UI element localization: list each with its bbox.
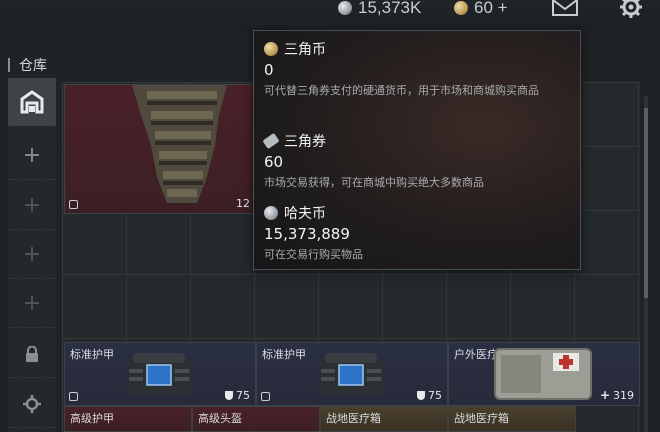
top-bar: 15,373K 60 + <box>0 0 660 32</box>
currency-description: 可代替三角券支付的硬通货币，用于市场和商城购买商品 <box>264 84 539 97</box>
sidebar-item-settings[interactable] <box>8 380 56 428</box>
warehouse-title-text: 仓库 <box>19 58 47 74</box>
warehouse-title: 仓库 <box>8 56 47 74</box>
currency-tooltip: 三角币 0 可代替三角券支付的硬通货币，用于市场和商城购买商品 三角券 60 市… <box>253 30 581 270</box>
inventory-item[interactable]: 高级护甲 <box>64 406 192 432</box>
tooltip-section-sanjiao-coin: 三角币 0 可代替三角券支付的硬通货币，用于市场和商城购买商品 <box>264 39 574 99</box>
armor-item-image <box>319 353 383 395</box>
inventory-item[interactable]: 战地医疗箱 <box>448 406 576 432</box>
silver-coin-icon <box>264 206 278 220</box>
warehouse-icon <box>20 89 44 113</box>
plus-icon: + <box>22 143 42 168</box>
armor-item-image <box>127 353 191 395</box>
sidebar-item-add[interactable]: + <box>8 132 56 180</box>
sanjiao-currency[interactable]: 60 + <box>454 0 508 17</box>
currency-value: 15,373,889 <box>264 225 350 243</box>
currency-value: 60 <box>264 153 284 171</box>
plus-icon: + <box>22 242 42 267</box>
currency-name: 哈夫币 <box>284 206 326 222</box>
inventory-item[interactable]: 标准护甲 75 <box>256 342 448 406</box>
currency-description: 市场交易获得，可在商城中购买绝大多数商品 <box>264 176 484 189</box>
currency-description: 可在交易行购买物品 <box>264 248 363 261</box>
warehouse-sidebar: + + + + <box>8 78 56 432</box>
currency-name: 三角券 <box>284 134 326 150</box>
title-accent-bar <box>8 58 10 72</box>
lock-icon <box>26 345 38 362</box>
inventory-item[interactable]: 高级头盔 <box>192 406 320 432</box>
inventory-item[interactable]: 标准护甲 75 <box>64 342 256 406</box>
gold-coin-icon <box>454 1 468 15</box>
item-name: 标准护甲 <box>70 348 114 361</box>
sidebar-item-locked[interactable] <box>8 330 56 378</box>
sidebar-item-add[interactable]: + <box>8 231 56 279</box>
inventory-item[interactable]: 战地医疗箱 <box>320 406 448 432</box>
plus-icon: + <box>22 291 42 316</box>
item-tag-icon <box>69 392 78 401</box>
item-durability: 75 <box>225 389 250 402</box>
item-name: 战地医疗箱 <box>326 412 381 425</box>
settings-icon[interactable] <box>618 0 644 18</box>
item-durability: 75 <box>417 389 442 402</box>
currency-value: 0 <box>264 61 274 79</box>
item-name: 战地医疗箱 <box>454 412 509 425</box>
shield-icon <box>225 391 233 400</box>
hafu-amount: 15,373K <box>358 0 422 17</box>
item-tag-icon <box>261 392 270 401</box>
heal-plus-icon: + <box>599 388 610 402</box>
scrollbar-thumb[interactable] <box>644 108 648 298</box>
gear-item-image <box>132 85 227 203</box>
mail-icon[interactable] <box>552 0 578 16</box>
silver-coin-icon <box>338 1 352 15</box>
ticket-icon <box>262 132 280 150</box>
shield-icon <box>417 391 425 400</box>
currency-name: 三角币 <box>284 42 326 58</box>
sidebar-item-add[interactable]: + <box>8 280 56 328</box>
hafu-currency[interactable]: 15,373K <box>338 0 422 17</box>
inventory-item[interactable]: 户外医疗箱 + 319 <box>448 342 640 406</box>
medkit-item-image <box>494 348 592 400</box>
item-name: 高级护甲 <box>70 412 114 425</box>
item-name: 标准护甲 <box>262 348 306 361</box>
sidebar-item-add[interactable]: + <box>8 182 56 230</box>
gear-icon <box>23 394 41 413</box>
item-count: 12 <box>236 197 250 210</box>
gold-coin-icon <box>264 42 278 56</box>
inventory-item[interactable]: 12 <box>64 84 256 214</box>
tooltip-section-hafu-coin: 哈夫币 15,373,889 可在交易行购买物品 <box>264 203 574 263</box>
item-tag-icon <box>69 200 78 209</box>
sidebar-item-warehouse[interactable] <box>8 78 56 126</box>
tooltip-section-sanjiao-ticket: 三角券 60 市场交易获得，可在商城中购买绝大多数商品 <box>262 131 574 191</box>
item-name: 高级头盔 <box>198 412 242 425</box>
item-count: + 319 <box>599 388 634 402</box>
plus-icon: + <box>22 193 42 218</box>
sanjiao-amount: 60 + <box>474 0 508 17</box>
